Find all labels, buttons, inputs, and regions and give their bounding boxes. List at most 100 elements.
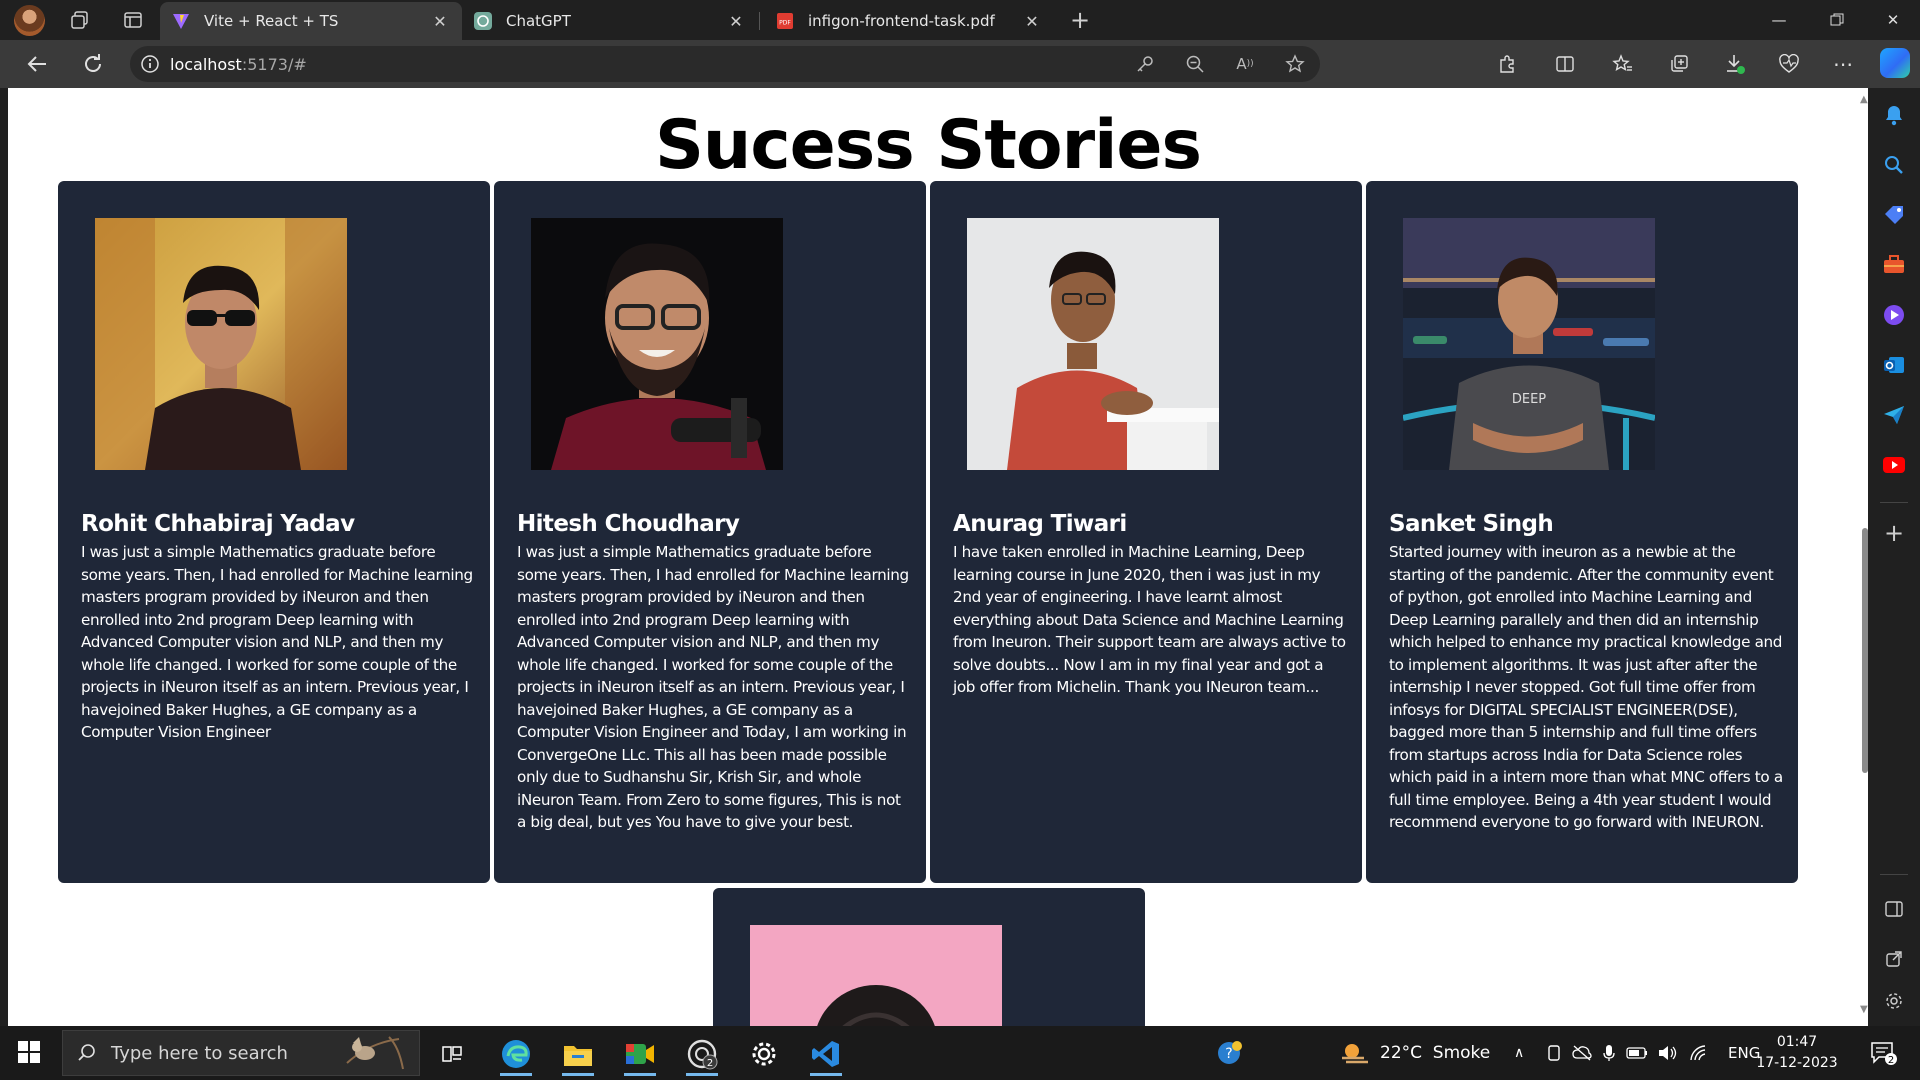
split-screen-icon[interactable] — [1550, 50, 1580, 78]
search-icon — [77, 1043, 97, 1063]
youtube-icon[interactable] — [1881, 452, 1907, 478]
profile-photo — [750, 925, 1002, 1026]
restore-icon[interactable] — [1814, 0, 1860, 40]
close-window-icon[interactable]: ✕ — [1870, 0, 1916, 40]
tools-briefcase-icon[interactable] — [1881, 252, 1907, 278]
weather-icon — [1340, 1040, 1370, 1066]
drop-send-icon[interactable] — [1881, 402, 1907, 428]
windows-taskbar: Type here to search 2 ? 22°C Smoke ∧ ENG… — [0, 1026, 1920, 1080]
tray-status-icons: ENG — [1546, 1026, 1760, 1080]
speaker-volume-icon[interactable] — [1658, 1045, 1678, 1061]
sidebar-divider — [1880, 874, 1908, 875]
close-tab-icon[interactable]: ✕ — [1022, 12, 1042, 31]
shopping-tag-icon[interactable] — [1881, 202, 1907, 228]
favorite-star-icon[interactable] — [1270, 54, 1320, 74]
notification-bell-icon[interactable] — [1881, 102, 1907, 128]
site-info-icon[interactable] — [130, 54, 170, 74]
copilot-games-icon[interactable] — [1881, 302, 1907, 328]
url-path: :5173/# — [241, 54, 307, 74]
url-host: localhost — [170, 54, 242, 74]
close-tab-icon[interactable]: ✕ — [726, 12, 746, 31]
zoom-out-icon[interactable] — [1170, 54, 1220, 74]
taskbar-search-box[interactable]: Type here to search — [62, 1030, 420, 1076]
story-card: Rohit Chhabiraj Yadav I was just a simpl… — [58, 181, 490, 883]
key-icon[interactable] — [1120, 54, 1170, 74]
help-icon[interactable]: ? — [1216, 1026, 1244, 1080]
scroll-up-arrow-icon[interactable]: ▲ — [1860, 94, 1868, 105]
taskbar-file-explorer-icon[interactable] — [554, 1032, 602, 1076]
extensions-icon[interactable] — [1492, 50, 1522, 78]
vertical-tabs-icon[interactable] — [121, 8, 145, 32]
tab-vite[interactable]: Vite + React + TS ✕ — [160, 2, 462, 40]
story-text: I have taken enrolled in Machine Learnin… — [953, 543, 1346, 696]
taskbar-meet-icon[interactable] — [616, 1032, 664, 1076]
tab-pdf[interactable]: PDF infigon-frontend-task.pdf ✕ — [764, 2, 1054, 40]
story-text: I was just a simple Mathematics graduate… — [81, 543, 473, 741]
taskbar-settings-gear-icon[interactable] — [740, 1032, 788, 1076]
address-bar-actions: A)) — [1120, 46, 1320, 82]
show-hidden-icons-chevron-icon[interactable]: ∧ — [1514, 1026, 1524, 1080]
back-arrow-icon[interactable] — [22, 50, 52, 78]
url-text[interactable]: localhost:5173/# — [170, 55, 307, 74]
collections-icon[interactable] — [1664, 50, 1694, 78]
person-name: Anurag Tiwari — [953, 511, 1127, 537]
page-title: Sucess Stories — [654, 106, 1202, 185]
tab-strip: Vite + React + TS ✕ ChatGPT ✕ PDF infigo… — [0, 0, 1920, 40]
sidebar-settings-gear-icon[interactable] — [1881, 988, 1907, 1014]
meet-now-icon[interactable] — [1546, 1044, 1562, 1062]
vite-logo-icon — [172, 12, 190, 30]
svg-text:?: ? — [1225, 1046, 1232, 1062]
search-icon[interactable] — [1881, 152, 1907, 178]
search-placeholder: Type here to search — [111, 1042, 288, 1064]
tab-separator — [759, 12, 760, 30]
person-name: Rohit Chhabiraj Yadav — [81, 511, 355, 537]
microphone-icon[interactable] — [1602, 1044, 1616, 1062]
wifi-icon[interactable] — [1690, 1045, 1710, 1061]
more-options-icon[interactable]: ⋯ — [1828, 50, 1858, 78]
refresh-icon[interactable] — [78, 50, 108, 78]
copilot-icon[interactable] — [1880, 48, 1910, 78]
read-aloud-icon[interactable]: A)) — [1220, 55, 1270, 73]
notifications-icon[interactable]: 2 — [1870, 1026, 1898, 1080]
clock-time: 01:47 — [1776, 1034, 1818, 1050]
weather-widget[interactable]: 22°C Smoke — [1340, 1026, 1490, 1080]
edge-sidebar: + — [1868, 88, 1920, 1026]
battery-icon[interactable] — [1626, 1047, 1648, 1059]
open-external-icon[interactable] — [1881, 946, 1907, 972]
close-tab-icon[interactable]: ✕ — [430, 12, 450, 31]
downloads-icon[interactable] — [1720, 50, 1750, 78]
address-bar[interactable]: localhost:5173/# A)) — [130, 46, 1320, 82]
outlook-icon[interactable] — [1881, 352, 1907, 378]
taskbar-chatgpt-icon[interactable]: 2 — [678, 1032, 726, 1076]
cloud-off-icon[interactable] — [1572, 1045, 1592, 1061]
hide-sidebar-icon[interactable] — [1881, 896, 1907, 922]
system-clock[interactable]: 01:47 17-12-2023 — [1752, 1032, 1842, 1074]
add-sidebar-app-icon[interactable]: + — [1881, 519, 1907, 547]
sidebar-divider — [1880, 502, 1908, 503]
tab-title: Vite + React + TS — [204, 12, 339, 30]
task-view-icon[interactable] — [428, 1032, 476, 1076]
minimize-icon[interactable]: — — [1756, 0, 1802, 40]
windows-start-icon[interactable] — [18, 1041, 40, 1063]
new-tab-icon[interactable]: + — [1068, 6, 1092, 34]
app-badge-count: 2 — [707, 1058, 713, 1069]
taskbar-vscode-icon[interactable] — [802, 1032, 850, 1076]
profile-photo — [95, 218, 347, 470]
person-name: Sanket Singh — [1389, 511, 1554, 537]
page-viewport: Sucess Stories Rohit Chhabiraj Yadav I w… — [8, 88, 1868, 1026]
scroll-down-arrow-icon[interactable]: ▼ — [1860, 1004, 1868, 1015]
profile-avatar[interactable] — [14, 5, 45, 36]
svg-text:PDF: PDF — [779, 20, 791, 27]
browser-toolbar: localhost:5173/# A)) ⋯ — [0, 40, 1920, 88]
taskbar-edge-icon[interactable] — [492, 1032, 540, 1076]
clock-date: 17-12-2023 — [1756, 1055, 1838, 1071]
story-text: I was just a simple Mathematics graduate… — [517, 543, 909, 831]
favorites-icon[interactable] — [1608, 50, 1638, 78]
browser-essentials-icon[interactable] — [1774, 50, 1804, 78]
workspaces-icon[interactable] — [68, 8, 92, 32]
story-card: Anurag Tiwari I have taken enrolled in M… — [930, 181, 1362, 883]
story-text: Started journey with ineuron as a newbie… — [1389, 543, 1783, 831]
tab-chatgpt[interactable]: ChatGPT ✕ — [462, 2, 758, 40]
chatgpt-logo-icon — [474, 12, 492, 30]
profile-photo: DEEP — [1403, 218, 1655, 470]
